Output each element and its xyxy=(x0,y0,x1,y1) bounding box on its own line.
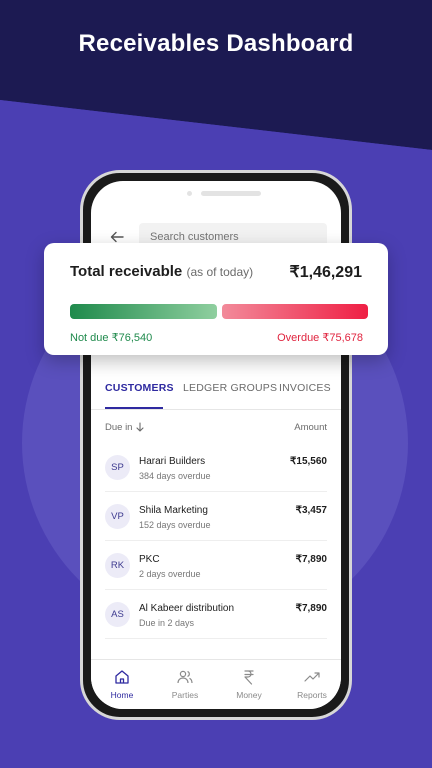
customer-amount: ₹7,890 xyxy=(295,603,327,614)
due-status: 2 days overdue xyxy=(139,569,201,579)
tab-bar: CUSTOMERS LEDGER GROUPS INVOICES xyxy=(91,376,341,410)
card-title: Total receivable (as of today) xyxy=(70,263,253,280)
trend-icon xyxy=(304,672,320,682)
avatar: RK xyxy=(105,553,130,578)
customer-name: PKC xyxy=(139,554,160,565)
card-title-text: Total receivable xyxy=(70,263,183,280)
nav-reports[interactable]: Reports xyxy=(287,668,337,700)
speaker xyxy=(201,191,261,196)
customer-amount: ₹3,457 xyxy=(295,505,327,516)
avatar: SP xyxy=(105,455,130,480)
amount-column-label: Amount xyxy=(294,422,327,433)
card-subtitle: (as of today) xyxy=(186,265,254,279)
sort-down-arrow-icon[interactable] xyxy=(135,422,145,432)
customer-name: Harari Builders xyxy=(139,456,206,467)
customer-row[interactable]: RK PKC 2 days overdue ₹7,890 xyxy=(91,541,341,590)
due-in-sort-label[interactable]: Due in xyxy=(105,422,132,433)
overdue-label: Overdue ₹75,678 xyxy=(277,332,363,344)
customer-amount: ₹7,890 xyxy=(295,554,327,565)
tab-customers[interactable]: CUSTOMERS xyxy=(105,382,174,394)
tab-invoices[interactable]: INVOICES xyxy=(279,382,331,394)
list-header: Due in Amount xyxy=(91,421,341,441)
people-icon xyxy=(177,670,193,684)
customer-row[interactable]: VP Shila Marketing 152 days overdue ₹3,4… xyxy=(91,492,341,541)
bottom-nav: Home Parties Money Reports xyxy=(91,659,341,709)
headline: Receivables Dashboard xyxy=(78,30,354,57)
nav-money-label: Money xyxy=(236,690,262,700)
not-due-label: Not due ₹76,540 xyxy=(70,332,153,344)
divider xyxy=(105,638,327,639)
nav-parties[interactable]: Parties xyxy=(160,668,210,700)
not-due-bar xyxy=(70,304,217,319)
nav-parties-label: Parties xyxy=(171,690,199,700)
customer-amount: ₹15,560 xyxy=(290,456,327,467)
total-amount: ₹1,46,291 xyxy=(289,264,362,281)
due-status: 384 days overdue xyxy=(139,471,211,481)
total-receivable-card: Total receivable (as of today) ₹1,46,291… xyxy=(44,243,388,355)
camera-dot xyxy=(187,191,192,196)
avatar: VP xyxy=(105,504,130,529)
customer-name: Shila Marketing xyxy=(139,505,208,516)
active-tab-indicator xyxy=(105,407,163,409)
nav-home-label: Home xyxy=(110,690,134,700)
tab-ledger-groups[interactable]: LEDGER GROUPS xyxy=(183,382,277,394)
avatar: AS xyxy=(105,602,130,627)
home-icon xyxy=(115,670,129,684)
customer-name: Al Kabeer distribution xyxy=(139,603,235,614)
nav-home[interactable]: Home xyxy=(97,668,147,700)
customer-row[interactable]: AS Al Kabeer distribution Due in 2 days … xyxy=(91,590,341,639)
nav-money[interactable]: Money xyxy=(224,668,274,700)
customer-row[interactable]: SP Harari Builders 384 days overdue ₹15,… xyxy=(91,443,341,492)
overdue-bar xyxy=(222,304,368,319)
due-status: Due in 2 days xyxy=(139,618,195,628)
rupee-icon xyxy=(244,670,254,685)
nav-reports-label: Reports xyxy=(297,690,327,700)
due-status: 152 days overdue xyxy=(139,520,211,530)
